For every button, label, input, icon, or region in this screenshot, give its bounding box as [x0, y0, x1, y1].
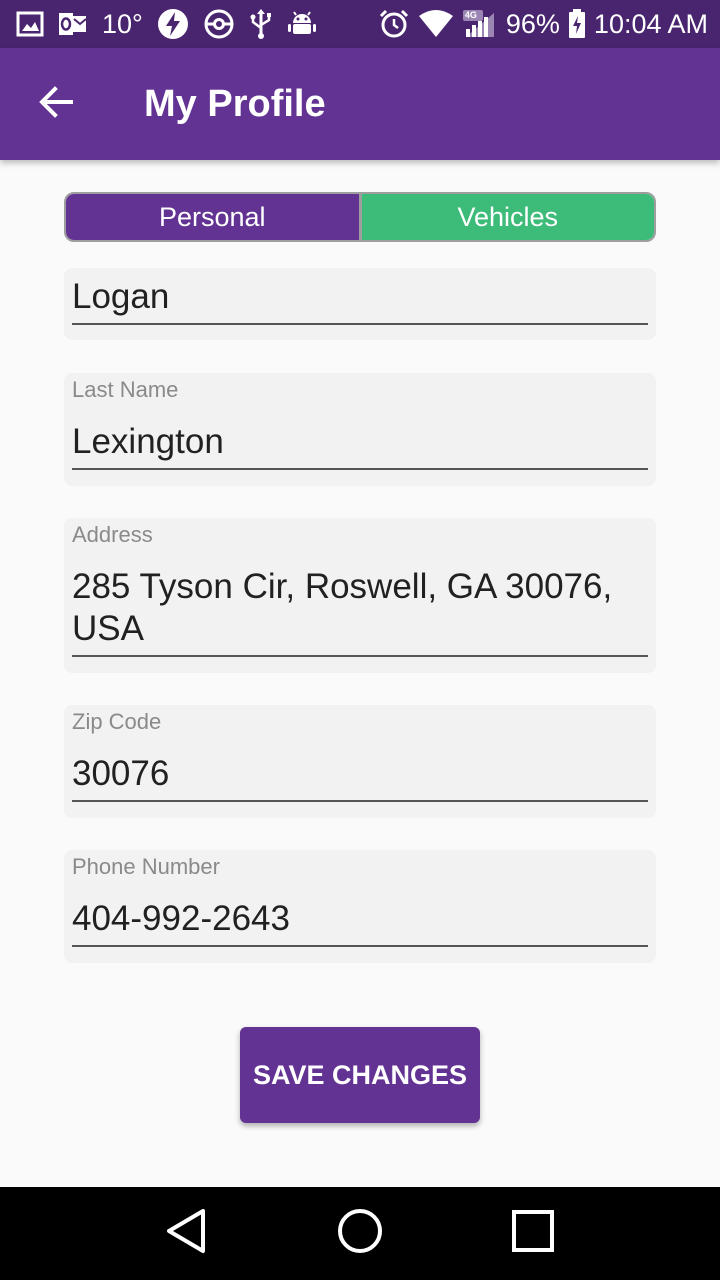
home-circle-icon: [337, 1208, 383, 1259]
address-underline: [72, 655, 648, 657]
usb-icon: [249, 8, 273, 40]
first-name-underline: [72, 323, 648, 325]
app-bar: My Profile: [0, 48, 720, 160]
profile-tabs: Personal Vehicles: [64, 192, 656, 242]
first-name-input[interactable]: Logan: [72, 276, 648, 318]
battery-percent-text: 96%: [505, 9, 560, 39]
address-line-1: 285 Tyson Cir, Roswell, GA 30076,: [72, 567, 613, 606]
last-name-label: Last Name: [72, 377, 179, 402]
clock-text: 10:04 AM: [593, 9, 708, 39]
pokeball-icon: [203, 8, 235, 40]
battery-charging-icon: [568, 9, 586, 39]
status-bar-left: 10°: [16, 0, 317, 48]
arrow-back-icon: [38, 84, 74, 125]
gallery-icon: [16, 11, 44, 37]
first-name-field[interactable]: Logan: [64, 268, 656, 340]
back-triangle-icon: [165, 1208, 209, 1259]
flash-icon: [157, 8, 189, 40]
zip-code-field[interactable]: Zip Code 30076: [64, 705, 656, 818]
recents-square-icon: [511, 1209, 555, 1258]
status-bar: 10° 4G 96% 10:04 AM: [0, 0, 720, 48]
last-name-input[interactable]: Lexington: [72, 421, 648, 463]
save-changes-button[interactable]: SAVE CHANGES: [240, 1027, 480, 1123]
tab-vehicles[interactable]: Vehicles: [361, 194, 654, 240]
phone-number-underline: [72, 945, 648, 947]
network-type-text: 4G: [464, 10, 477, 20]
page-title: My Profile: [144, 82, 326, 125]
phone-number-label: Phone Number: [72, 854, 220, 879]
last-name-field[interactable]: Last Name Lexington: [64, 373, 656, 486]
zip-code-input[interactable]: 30076: [72, 753, 648, 795]
phone-number-input[interactable]: 404-992-2643: [72, 898, 648, 940]
zip-code-underline: [72, 800, 648, 802]
address-line-2: USA: [72, 609, 144, 648]
wifi-icon: [418, 10, 454, 38]
back-button[interactable]: [16, 64, 96, 144]
address-input[interactable]: 285 Tyson Cir, Roswell, GA 30076, USA: [72, 566, 648, 650]
nav-back-button[interactable]: [139, 1187, 235, 1280]
phone-number-field[interactable]: Phone Number 404-992-2643: [64, 850, 656, 963]
android-icon: [287, 9, 317, 39]
zip-code-label: Zip Code: [72, 709, 162, 734]
temperature-text: 10°: [102, 9, 143, 39]
status-bar-right: 4G 96% 10:04 AM: [378, 0, 708, 48]
signal-icon: 4G: [462, 9, 498, 39]
nav-home-button[interactable]: [312, 1187, 408, 1280]
address-label: Address: [72, 522, 153, 547]
address-field[interactable]: Address 285 Tyson Cir, Roswell, GA 30076…: [64, 518, 656, 673]
outlook-icon: [58, 11, 88, 37]
system-nav-bar: [0, 1187, 720, 1280]
nav-recents-button[interactable]: [485, 1187, 581, 1280]
tab-personal[interactable]: Personal: [66, 194, 362, 240]
last-name-underline: [72, 468, 648, 470]
alarm-icon: [378, 8, 410, 40]
